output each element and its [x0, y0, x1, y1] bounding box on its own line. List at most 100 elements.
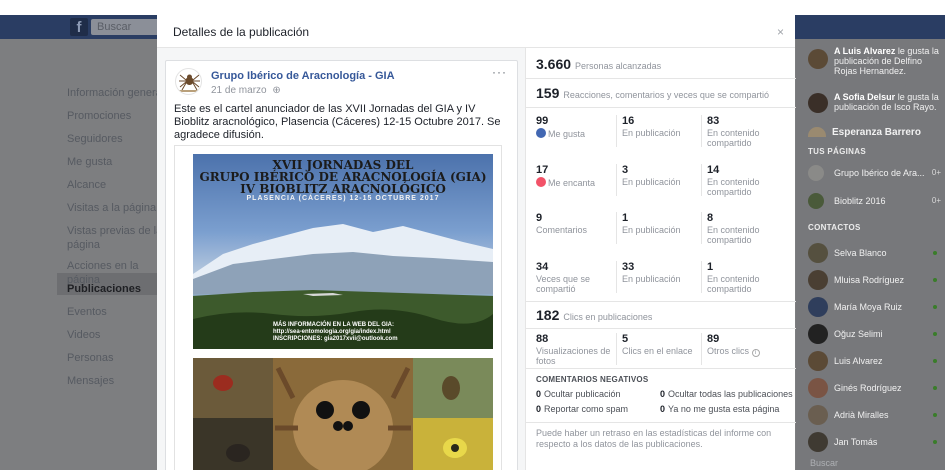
- nav-item-followers[interactable]: Seguidores: [67, 132, 167, 155]
- nav-item-messages[interactable]: Mensajes: [67, 374, 167, 397]
- loves-on-shares-label: En contenido compartido: [707, 177, 760, 197]
- divider: [701, 333, 702, 365]
- avatar[interactable]: [808, 49, 828, 69]
- page-count-icon: 0+: [931, 168, 941, 177]
- avatar: [808, 378, 828, 398]
- chat-search-input[interactable]: Buscar: [796, 457, 945, 470]
- reactions-number: 159: [536, 85, 560, 101]
- poster-info: MÁS INFORMACIÓN EN LA WEB DEL GIA: http:…: [273, 322, 398, 343]
- likes-on-shares-number: 83: [707, 115, 720, 127]
- contact-item[interactable]: Jan Tomás: [808, 432, 943, 452]
- love-icon: [536, 177, 546, 187]
- negative-hide-post: 0 Ocultar publicación: [536, 389, 621, 399]
- like-icon: [536, 128, 546, 138]
- right-sidebar: A Luis Alvarez le gusta la publicación d…: [796, 39, 945, 470]
- comments-on-shares-number: 8: [707, 212, 714, 224]
- avatar: [808, 432, 828, 452]
- nav-item-page-actions[interactable]: Acciones en la página: [67, 259, 167, 286]
- comments-on-shares-cell: 8 En contenido compartido: [701, 212, 787, 245]
- divider: [616, 261, 617, 293]
- photo-views-label: Visualizaciones de fotos: [536, 346, 611, 366]
- likes-label-wrap: Me gusta: [536, 128, 616, 139]
- notification-2[interactable]: A Sofia Delsur le gusta la publicación d…: [834, 92, 942, 112]
- contact-item[interactable]: Adrià Miralles: [808, 405, 943, 425]
- contact-item[interactable]: Selva Blanco: [808, 243, 943, 263]
- loves-number: 17: [536, 164, 549, 176]
- likes-on-post-number: 16: [622, 115, 635, 127]
- close-icon[interactable]: ×: [777, 25, 784, 39]
- contact-name: Jan Tomás: [834, 437, 878, 447]
- comments-on-post-cell: 1 En publicación: [616, 212, 702, 244]
- post-card: Grupo Ibérico de Aracnología - GIA 21 de…: [165, 60, 518, 470]
- likes-on-post-cell: 16 En publicación: [616, 115, 702, 147]
- avatar: [808, 297, 828, 317]
- photo-views-cell: 88 Visualizaciones de fotos: [536, 333, 616, 366]
- facebook-logo-icon[interactable]: f: [70, 18, 88, 36]
- page-avatar[interactable]: [175, 68, 202, 95]
- page-item[interactable]: Bioblitz 2016 0+: [808, 191, 943, 211]
- post-author-link[interactable]: Grupo Ibérico de Aracnología - GIA: [211, 70, 395, 82]
- post-images[interactable]: XVII JORNADAS DEL GRUPO IBÉRICO DE ARACN…: [174, 145, 502, 470]
- loves-label: Me encanta: [548, 178, 596, 188]
- contact-item[interactable]: Ginés Rodríguez: [808, 378, 943, 398]
- comments-number: 9: [536, 212, 543, 224]
- divider: [701, 212, 702, 244]
- avatar: [808, 405, 828, 425]
- nav-item-page-previews[interactable]: Vistas previas de la página: [67, 224, 167, 259]
- nav-item-promotions[interactable]: Promociones: [67, 109, 167, 132]
- contact-item[interactable]: Mluisa Rodríguez: [808, 270, 943, 290]
- negative-unlike-page-number: 0: [660, 404, 666, 414]
- clicks-label: Clics en publicaciones: [563, 312, 653, 322]
- nav-item-overview[interactable]: Información general: [67, 86, 167, 109]
- modal-body: Grupo Ibérico de Aracnología - GIA 21 de…: [157, 48, 796, 470]
- notification-1[interactable]: A Luis Alvarez le gusta la publicación d…: [834, 46, 942, 76]
- info-icon[interactable]: i: [751, 349, 760, 357]
- post-date[interactable]: 21 de marzo: [211, 85, 267, 96]
- nav-item-people[interactable]: Personas: [67, 351, 167, 374]
- online-status-icon: [933, 440, 937, 444]
- partial-notification-name[interactable]: Esperanza Barrero: [832, 128, 921, 138]
- contact-name: Ginés Rodríguez: [834, 383, 902, 393]
- other-clicks-number: 89: [707, 333, 720, 345]
- divider: [526, 301, 796, 302]
- negative-hide-all-number: 0: [660, 389, 666, 399]
- contact-item[interactable]: Oğuz Selimi: [808, 324, 943, 344]
- page-item[interactable]: Grupo Ibérico de Ara... 0+: [808, 163, 943, 183]
- spider-photos-collage[interactable]: [193, 358, 493, 470]
- globe-icon: ⊕: [272, 85, 281, 96]
- event-poster-image[interactable]: XVII JORNADAS DEL GRUPO IBÉRICO DE ARACN…: [193, 154, 493, 349]
- nav-item-reach[interactable]: Alcance: [67, 178, 167, 201]
- divider: [526, 368, 796, 369]
- pages-section-title: TUS PÁGINAS: [808, 147, 866, 156]
- insights-left-nav: Información general Promociones Seguidor…: [67, 86, 167, 397]
- more-options-icon[interactable]: ···: [492, 65, 507, 79]
- spider-logo-icon: [179, 74, 200, 92]
- contact-item[interactable]: Luis Alvarez: [808, 351, 943, 371]
- contact-name: Selva Blanco: [834, 248, 887, 258]
- loves-on-post-cell: 3 En publicación: [616, 164, 702, 196]
- nav-item-likes[interactable]: Me gusta: [67, 155, 167, 178]
- negative-unlike-page-label: Ya no me gusta esta página: [668, 404, 780, 414]
- nav-item-page-views[interactable]: Visitas a la página: [67, 201, 167, 224]
- divider: [526, 107, 796, 108]
- online-status-icon: [933, 278, 937, 282]
- nav-item-videos[interactable]: Videos: [67, 328, 167, 351]
- loves-on-shares-number: 14: [707, 164, 720, 176]
- nav-item-posts[interactable]: Publicaciones: [67, 282, 167, 305]
- shares-label: Veces que se compartió: [536, 274, 591, 294]
- modal-title: Detalles de la publicación: [173, 25, 310, 39]
- negative-unlike-page: 0 Ya no me gusta esta página: [660, 404, 779, 414]
- post-meta: 21 de marzo ⊕: [211, 85, 281, 96]
- shares-on-post-label: En publicación: [622, 274, 681, 284]
- top-search-input[interactable]: Buscar: [91, 19, 161, 35]
- post-details-modal: Detalles de la publicación × Grupo Ibéri…: [157, 15, 796, 470]
- contact-item[interactable]: María Moya Ruiz: [808, 297, 943, 317]
- nav-item-events[interactable]: Eventos: [67, 305, 167, 328]
- negative-hide-all: 0 Ocultar todas las publicaciones: [660, 389, 793, 399]
- top-strip: [0, 0, 945, 15]
- avatar[interactable]: [808, 93, 828, 113]
- likes-on-shares-label: En contenido compartido: [707, 128, 760, 148]
- reach-number: 3.660: [536, 56, 572, 72]
- link-clicks-label: Clics en el enlace: [622, 346, 693, 356]
- shares-on-shares-label: En contenido compartido: [707, 274, 760, 294]
